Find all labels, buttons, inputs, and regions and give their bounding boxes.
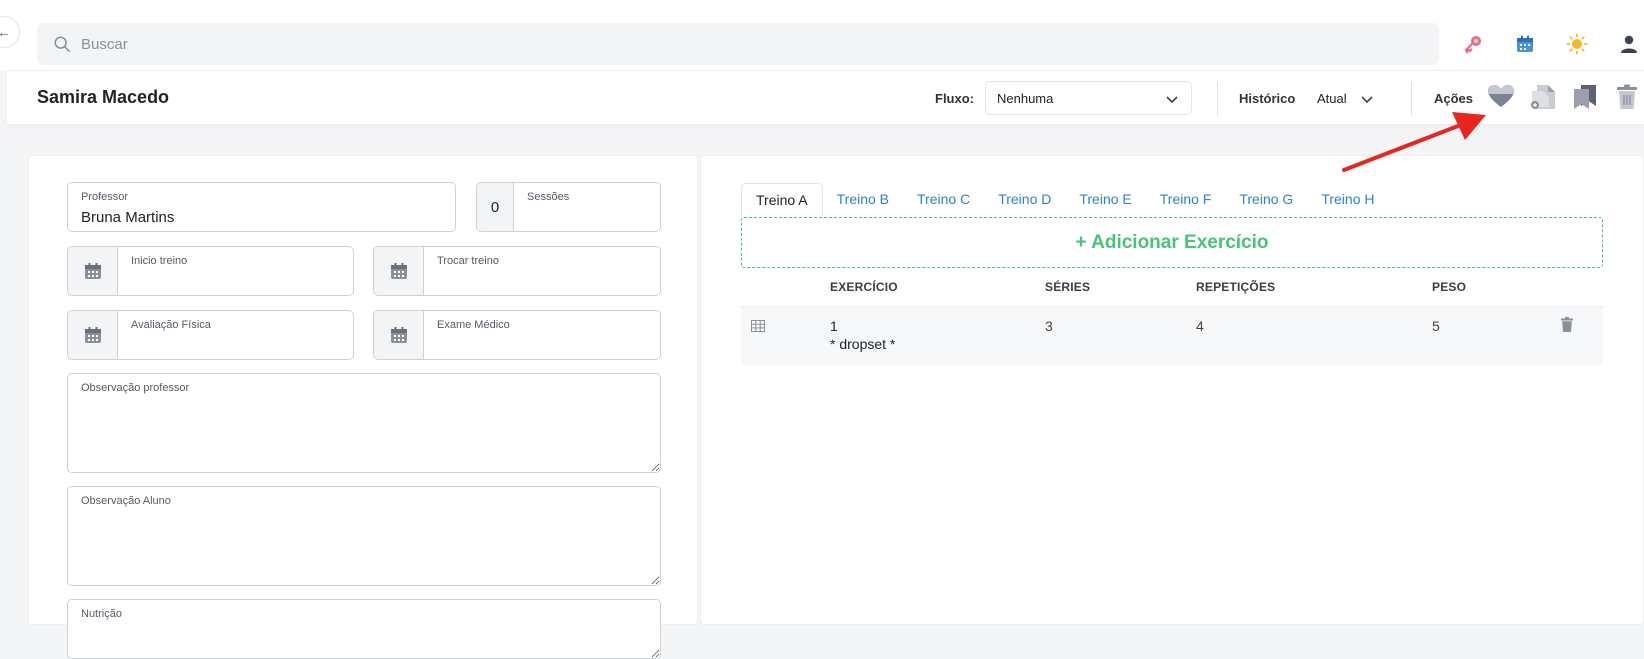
repeticoes-value: 4 [1196, 318, 1204, 334]
trocar-treino-label: Trocar treino [437, 255, 499, 267]
sessoes-count: 0 [477, 183, 514, 231]
professor-field[interactable]: Professor Bruna Martins [67, 182, 456, 232]
observacao-aluno-label: Observação Aluno [81, 495, 171, 507]
add-exercise-button[interactable]: + Adicionar Exercício [741, 217, 1603, 268]
sessoes-field[interactable]: 0 Sessões [476, 182, 661, 232]
bookmarks-icon[interactable] [1571, 83, 1599, 111]
user-icon[interactable] [1618, 33, 1640, 55]
annotation-arrow [1342, 112, 1486, 172]
tab-treino-b[interactable]: Treino B [823, 183, 903, 216]
exercise-name: 1 [830, 318, 838, 334]
tab-treino-a[interactable]: Treino A [741, 183, 823, 216]
avaliacao-fisica-field[interactable]: Avaliação Física [67, 310, 354, 360]
heart-icon[interactable] [1487, 83, 1515, 111]
grid-icon[interactable] [751, 319, 765, 335]
column-header-exercicio: EXERCÍCIO [830, 280, 898, 294]
tab-treino-c[interactable]: Treino C [903, 183, 984, 216]
trocar-treino-field[interactable]: Trocar treino [373, 246, 661, 296]
calendar-icon[interactable] [68, 247, 118, 295]
inicio-treino-label: Inicio treino [131, 255, 188, 267]
page-title: Samira Macedo [37, 87, 170, 107]
search-bar[interactable] [37, 23, 1439, 65]
tab-treino-h[interactable]: Treino H [1307, 183, 1388, 216]
nutricao-label: Nutrição [81, 608, 122, 620]
calendar-icon[interactable] [1514, 33, 1536, 55]
copy-document-icon[interactable] [1529, 83, 1557, 111]
exame-medico-field[interactable]: Exame Médico [373, 310, 661, 360]
key-icon[interactable] [1462, 33, 1484, 55]
workout-tabs: Treino A Treino B Treino C Treino D Trei… [741, 183, 1388, 216]
arrow-left-icon: ← [0, 24, 11, 40]
tab-treino-e[interactable]: Treino E [1065, 183, 1145, 216]
column-header-repeticoes: REPETIÇÕES [1196, 280, 1276, 294]
calendar-icon[interactable] [374, 247, 424, 295]
professor-value: Bruna Martins [81, 209, 175, 226]
fluxo-select[interactable]: Nenhuma [985, 81, 1192, 115]
search-icon [54, 36, 70, 52]
trash-icon[interactable] [1613, 83, 1641, 111]
acoes-label: Ações [1434, 91, 1474, 106]
historico-value: Atual [1317, 90, 1347, 106]
fluxo-label: Fluxo: [935, 91, 974, 106]
calendar-icon[interactable] [374, 311, 424, 359]
student-form-panel: Professor Bruna Martins 0 Sessões Inicio… [28, 155, 698, 659]
chevron-down-icon [1166, 96, 1178, 104]
back-button[interactable]: ← [0, 16, 20, 48]
exame-medico-label: Exame Médico [437, 319, 510, 331]
nutricao-textarea[interactable] [67, 599, 661, 659]
exercise-note: * dropset * [830, 336, 896, 352]
table-row[interactable]: 1 * dropset * 3 4 5 [741, 306, 1603, 365]
search-input[interactable] [81, 35, 1381, 53]
tab-treino-f[interactable]: Treino F [1146, 183, 1226, 216]
tab-treino-d[interactable]: Treino D [984, 183, 1065, 216]
professor-label: Professor [81, 191, 129, 203]
tab-treino-g[interactable]: Treino G [1225, 183, 1307, 216]
fluxo-value: Nenhuma [997, 90, 1054, 106]
trash-icon[interactable] [1561, 317, 1573, 335]
historico-label: Histórico [1239, 91, 1296, 106]
sun-icon[interactable] [1566, 33, 1588, 55]
inicio-treino-field[interactable]: Inicio treino [67, 246, 354, 296]
column-header-peso: PESO [1432, 280, 1467, 294]
observacao-professor-label: Observação professor [81, 382, 190, 394]
chevron-down-icon [1361, 96, 1373, 104]
sessoes-label: Sessões [527, 191, 570, 203]
calendar-icon[interactable] [68, 311, 118, 359]
top-bar: ← [0, 0, 1644, 70]
avaliacao-fisica-label: Avaliação Física [131, 319, 211, 331]
peso-value: 5 [1432, 318, 1440, 334]
column-header-series: SÉRIES [1045, 280, 1091, 294]
workout-panel: Treino A Treino B Treino C Treino D Trei… [700, 155, 1644, 625]
series-value: 3 [1045, 318, 1053, 334]
